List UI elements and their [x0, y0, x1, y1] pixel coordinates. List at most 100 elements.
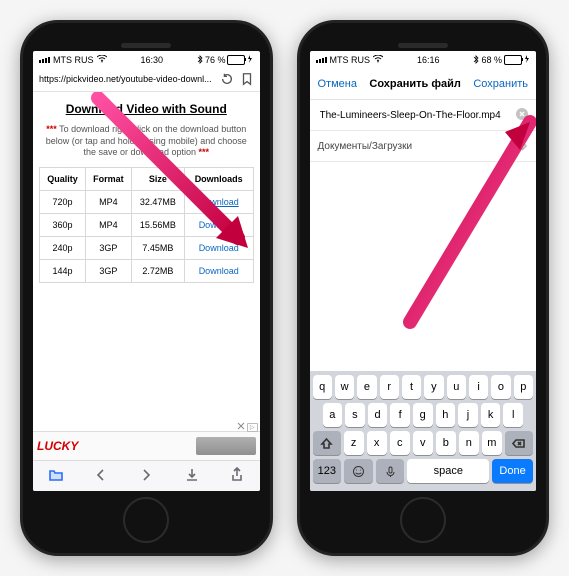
key-o[interactable]: o	[491, 375, 510, 399]
charging-icon	[524, 55, 530, 65]
key-d[interactable]: d	[368, 403, 388, 427]
key-p[interactable]: p	[514, 375, 533, 399]
key-shift[interactable]	[313, 431, 341, 455]
battery-text: 76 %	[205, 55, 226, 65]
ad-brand-text: LUCKY	[37, 439, 78, 453]
signal-icon	[39, 57, 50, 63]
phone-left: MTS RUS 16:30 76 % https://pickvideo.net…	[20, 20, 273, 556]
table-row: 144p3GP2.72MBDownload	[40, 260, 254, 283]
save-path-text: Документы/Загрузки	[318, 141, 413, 152]
key-r[interactable]: r	[380, 375, 399, 399]
files-icon[interactable]	[48, 467, 64, 486]
carrier-label: MTS RUS	[330, 55, 371, 65]
key-f[interactable]: f	[390, 403, 410, 427]
home-button[interactable]	[123, 497, 169, 543]
ad-badge: ▷	[237, 422, 258, 432]
wifi-icon	[373, 55, 383, 65]
key-space[interactable]: space	[407, 459, 489, 483]
download-link[interactable]: Download	[199, 243, 239, 253]
phone-speaker	[121, 43, 171, 48]
key-done[interactable]: Done	[492, 459, 533, 483]
key-g[interactable]: g	[413, 403, 433, 427]
key-v[interactable]: v	[413, 431, 433, 455]
key-b[interactable]: b	[436, 431, 456, 455]
battery-icon	[227, 55, 245, 65]
key-mic[interactable]	[376, 459, 405, 483]
key-x[interactable]: x	[367, 431, 387, 455]
key-c[interactable]: c	[390, 431, 410, 455]
download-link[interactable]: Download	[199, 266, 239, 276]
download-table: Quality Format Size Downloads 720pMP432.…	[39, 167, 254, 283]
save-dialog-nav: Отмена Сохранить файл Сохранить	[310, 69, 537, 100]
clock-label: 16:16	[417, 55, 440, 65]
key-i[interactable]: i	[469, 375, 488, 399]
screen-right: MTS RUS 16:16 68 % Отмена Сохранить файл…	[310, 51, 537, 491]
key-z[interactable]: z	[344, 431, 364, 455]
filename-input[interactable]	[318, 109, 517, 122]
home-button[interactable]	[400, 497, 446, 543]
clock-label: 16:30	[140, 55, 163, 65]
url-text: https://pickvideo.net/youtube-video-down…	[39, 74, 214, 84]
instruction-text: *** To download right-click on the downl…	[39, 124, 254, 159]
key-emoji[interactable]	[344, 459, 373, 483]
keyboard-row-4: 123 space Done	[313, 459, 534, 483]
page-content: Download Video with Sound *** To downloa…	[33, 92, 260, 460]
key-s[interactable]: s	[345, 403, 365, 427]
ad-banner[interactable]: ▷ LUCKY	[33, 431, 260, 460]
key-a[interactable]: a	[323, 403, 343, 427]
keyboard-row-2: a s d f g h j k l	[313, 403, 534, 427]
key-t[interactable]: t	[402, 375, 421, 399]
key-u[interactable]: u	[447, 375, 466, 399]
col-format: Format	[85, 168, 131, 191]
wifi-icon	[97, 55, 107, 65]
key-q[interactable]: q	[313, 375, 332, 399]
bluetooth-icon	[197, 55, 203, 66]
screen-left: MTS RUS 16:30 76 % https://pickvideo.net…	[33, 51, 260, 491]
reload-icon[interactable]	[220, 72, 234, 86]
page-title: Download Video with Sound	[39, 102, 254, 116]
dialog-title: Сохранить файл	[369, 78, 460, 90]
key-y[interactable]: y	[424, 375, 443, 399]
col-quality: Quality	[40, 168, 86, 191]
browser-toolbar	[33, 460, 260, 491]
phone-right: MTS RUS 16:16 68 % Отмена Сохранить файл…	[297, 20, 550, 556]
keyboard: q w e r t y u i o p a s d f g h j k l	[310, 371, 537, 491]
key-w[interactable]: w	[335, 375, 354, 399]
phone-speaker	[398, 43, 448, 48]
keyboard-row-3: z x c v b n m	[313, 431, 534, 455]
address-bar[interactable]: https://pickvideo.net/youtube-video-down…	[33, 69, 260, 92]
bluetooth-icon	[473, 55, 479, 66]
forward-icon[interactable]	[138, 467, 154, 486]
download-icon[interactable]	[184, 467, 200, 486]
key-backspace[interactable]	[505, 431, 533, 455]
keyboard-row-1: q w e r t y u i o p	[313, 375, 534, 399]
download-link[interactable]: Download	[199, 197, 239, 207]
key-l[interactable]: l	[503, 403, 523, 427]
key-k[interactable]: k	[481, 403, 501, 427]
back-icon[interactable]	[93, 467, 109, 486]
key-numbers[interactable]: 123	[313, 459, 342, 483]
share-icon[interactable]	[229, 467, 245, 486]
carrier-label: MTS RUS	[53, 55, 94, 65]
chevron-right-icon	[520, 141, 528, 151]
charging-icon	[247, 55, 253, 65]
cancel-button[interactable]: Отмена	[318, 78, 357, 90]
key-j[interactable]: j	[458, 403, 478, 427]
battery-text: 68 %	[481, 55, 502, 65]
key-e[interactable]: e	[357, 375, 376, 399]
signal-icon	[316, 57, 327, 63]
table-row: 360pMP415.56MBDownload	[40, 214, 254, 237]
status-bar: MTS RUS 16:30 76 %	[33, 51, 260, 69]
key-m[interactable]: m	[482, 431, 502, 455]
download-link[interactable]: Download	[199, 220, 239, 230]
save-button[interactable]: Сохранить	[473, 78, 528, 90]
table-row: 720pMP432.47MBDownload	[40, 191, 254, 214]
key-h[interactable]: h	[436, 403, 456, 427]
clear-icon[interactable]	[516, 108, 528, 123]
col-size: Size	[131, 168, 184, 191]
filename-field[interactable]	[310, 100, 537, 131]
bookmark-icon[interactable]	[240, 72, 254, 86]
key-n[interactable]: n	[459, 431, 479, 455]
battery-icon	[504, 55, 522, 65]
save-path-row[interactable]: Документы/Загрузки	[310, 131, 537, 162]
